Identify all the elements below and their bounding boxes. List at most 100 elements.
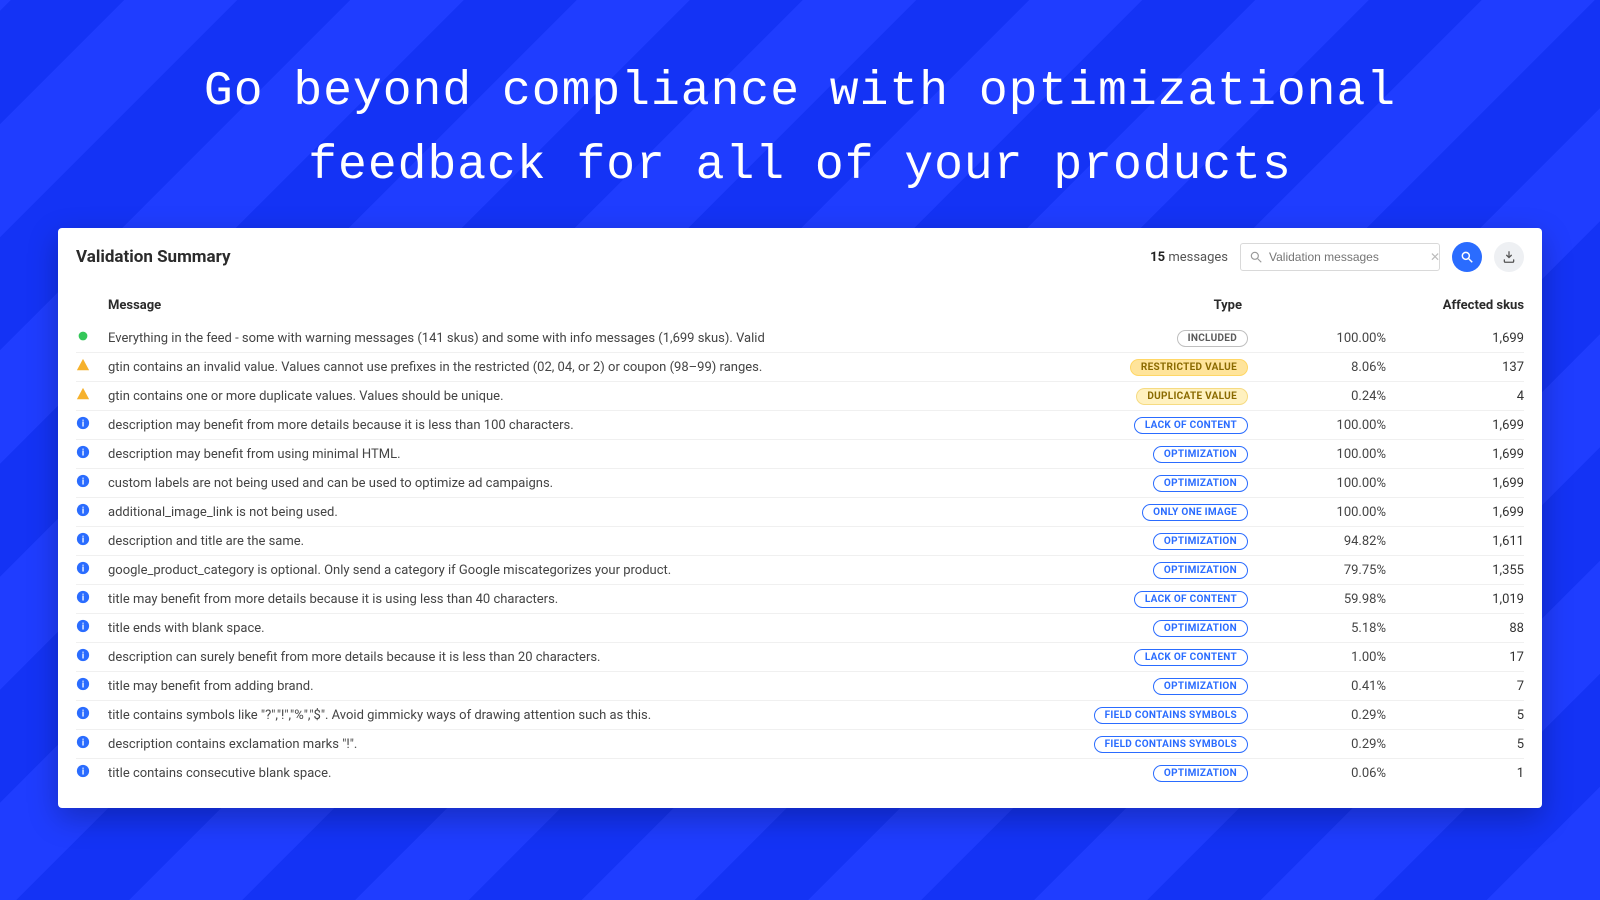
row-message: description may benefit from more detail… [108,418,1080,433]
table-row[interactable]: idescription may benefit from using mini… [76,439,1524,468]
row-percent: 1.00% [1256,650,1386,665]
row-type: INCLUDED [1088,330,1248,347]
info-icon: i [76,590,90,604]
info-icon: i [76,445,90,459]
search-button[interactable] [1452,242,1482,272]
table-row[interactable]: i title contains symbols like "?","!","%"… [76,700,1524,729]
info-icon: i [76,706,90,720]
svg-text:i: i [82,710,84,720]
type-badge: OPTIMIZATION [1153,475,1248,492]
clear-search-icon[interactable]: ✕ [1430,250,1440,264]
row-icon: i [76,561,100,579]
type-badge: ONLY ONE IMAGE [1142,504,1248,521]
row-skus: 17 [1394,650,1524,665]
row-icon: i [76,416,100,434]
status-dot-icon [76,329,90,343]
row-message: custom labels are not being used and can… [108,476,1080,491]
row-type: OPTIMIZATION [1088,475,1248,492]
table-header: Message Type Affected skus [76,292,1524,324]
row-skus: 88 [1394,621,1524,636]
search-input-wrapper[interactable]: ✕ [1240,243,1440,271]
svg-text:i: i [82,565,84,575]
row-type: OPTIMIZATION [1088,446,1248,463]
type-badge: OPTIMIZATION [1153,678,1248,695]
row-percent: 0.29% [1256,737,1386,752]
info-icon: i [76,474,90,488]
row-icon: i [76,445,100,463]
row-percent: 0.29% [1256,708,1386,723]
row-skus: 5 [1394,708,1524,723]
row-icon: i [76,503,100,521]
row-message: title contains symbols like "?","!","%",… [108,708,1080,723]
row-skus: 1,019 [1394,592,1524,607]
column-message: Message [108,298,1080,313]
row-percent: 79.75% [1256,563,1386,578]
table-row[interactable]: idescription can surely benefit from mor… [76,642,1524,671]
row-percent: 100.00% [1256,418,1386,433]
hero-heading: Go beyond compliance with optimizational… [0,0,1600,204]
row-icon: i [76,735,100,753]
validation-summary-card: Validation Summary 15 messages ✕ Messa [58,228,1542,808]
info-icon: i [76,677,90,691]
column-type: Type [1088,298,1248,313]
table-row[interactable]: i additional_image_link is not being used… [76,497,1524,526]
info-icon: i [76,416,90,430]
search-input[interactable] [1269,250,1424,264]
row-type: OPTIMIZATION [1088,533,1248,550]
type-badge: LACK OF CONTENT [1134,649,1248,666]
table-row[interactable]: igoogle_product_category is optional. On… [76,555,1524,584]
svg-text:i: i [82,420,84,430]
svg-text:i: i [82,623,84,633]
row-skus: 4 [1394,389,1524,404]
info-icon: i [76,619,90,633]
row-type: RESTRICTED VALUE [1088,359,1248,376]
info-icon: i [76,532,90,546]
hero-line-2: feedback for all of your products [0,129,1600,203]
row-icon: i [76,648,100,666]
svg-text:i: i [82,768,84,778]
svg-text:i: i [82,449,84,459]
type-badge: OPTIMIZATION [1153,620,1248,637]
row-skus: 1,611 [1394,534,1524,549]
row-message: description contains exclamation marks "… [108,737,1080,752]
row-skus: 7 [1394,679,1524,694]
messages-count-number: 15 [1150,250,1165,265]
table-row[interactable]: i description may benefit from more detai… [76,410,1524,439]
table-row[interactable]: gtin contains an invalid value. Values c… [76,352,1524,381]
type-badge: OPTIMIZATION [1153,562,1248,579]
table-row[interactable]: i description contains exclamation marks … [76,729,1524,758]
card-title: Validation Summary [76,247,231,267]
table-row[interactable]: Everything in the feed - some with warni… [76,324,1524,352]
svg-text:i: i [82,536,84,546]
download-button[interactable] [1494,242,1524,272]
row-icon: i [76,474,100,492]
row-message: title ends with blank space. [108,621,1080,636]
svg-text:i: i [82,594,84,604]
type-badge: OPTIMIZATION [1153,765,1248,782]
warning-icon [76,358,90,372]
search-icon [1249,250,1263,264]
table-row[interactable]: i custom labels are not being used and ca… [76,468,1524,497]
svg-text:i: i [82,739,84,749]
table-row[interactable]: ititle may benefit from more details bec… [76,584,1524,613]
row-skus: 1 [1394,766,1524,781]
row-percent: 0.06% [1256,766,1386,781]
table-row[interactable]: i title ends with blank space. OPTIMIZATIO… [76,613,1524,642]
row-icon: i [76,706,100,724]
row-percent: 0.24% [1256,389,1386,404]
table-row[interactable]: i title may benefit from adding brand. OPT… [76,671,1524,700]
type-badge: OPTIMIZATION [1153,533,1248,550]
table-row[interactable]: idescription and title are the same.OPTI… [76,526,1524,555]
row-type: OPTIMIZATION [1088,620,1248,637]
messages-count-label: messages [1168,250,1228,265]
row-message: additional_image_link is not being used. [108,505,1080,520]
warning-icon [76,387,90,401]
row-icon: i [76,619,100,637]
row-percent: 100.00% [1256,447,1386,462]
row-icon [76,358,100,376]
type-badge: LACK OF CONTENT [1134,591,1248,608]
row-percent: 100.00% [1256,476,1386,491]
table-row[interactable]: ititle contains consecutive blank space.… [76,758,1524,787]
row-message: title may benefit from adding brand. [108,679,1080,694]
table-row[interactable]: gtin contains one or more duplicate valu… [76,381,1524,410]
